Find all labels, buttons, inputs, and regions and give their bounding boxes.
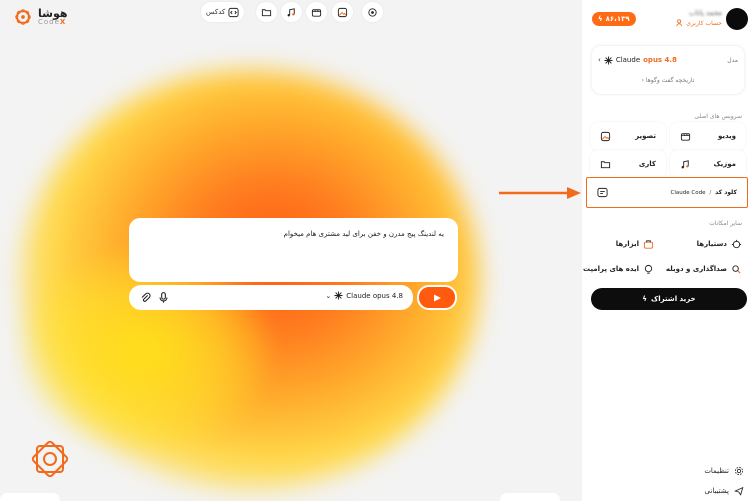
- toolbox-icon: [643, 239, 654, 249]
- sidebar: محمد پاناب حساب کاربری ϟ ۸۶،۱۳۹ مدل ‹ Cl…: [582, 0, 752, 501]
- credit-badge[interactable]: ϟ ۸۶،۱۳۹: [592, 12, 636, 26]
- code-icon: [597, 187, 608, 198]
- voice-icon: [732, 264, 741, 274]
- claude-code-label: کلود کد: [715, 189, 737, 196]
- model-selector[interactable]: ⌄ Claude opus 4.8: [325, 291, 403, 300]
- music-button[interactable]: [281, 2, 302, 22]
- video-icon: [680, 132, 691, 141]
- support-label: پشتیبانی: [704, 487, 729, 495]
- video-icon: [311, 8, 322, 17]
- attach-icon[interactable]: [139, 291, 152, 304]
- image-button[interactable]: [332, 2, 353, 22]
- features-title: سایر امکانات: [709, 220, 742, 227]
- user-settings-icon: [676, 19, 683, 27]
- feature-tools[interactable]: ابزارها: [616, 234, 654, 254]
- sparkle-icon: [368, 7, 377, 17]
- top-toolbar: کدکس: [0, 2, 582, 22]
- service-work-label: کاری: [638, 160, 656, 168]
- image-icon: [600, 131, 611, 141]
- service-music-label: موزیک: [713, 160, 736, 168]
- music-icon: [287, 7, 295, 16]
- folder-icon: [600, 160, 611, 168]
- chevron-left-icon: ‹: [598, 56, 601, 64]
- service-video-label: ویدیو: [717, 132, 736, 140]
- credit-amount: ۸۶،۱۳۹: [605, 15, 630, 23]
- feature-assistants-label: دستیارها: [696, 240, 727, 248]
- settings-link[interactable]: تنظیمات: [704, 466, 744, 476]
- user-message-bubble: یه لندینگ پیج مدرن و خفن برای لید مشتری …: [129, 218, 458, 282]
- main-area: هوشا CodeX کدکس یه لندینگ پیج مدرن و خفن…: [0, 0, 582, 501]
- chevron-left-icon: ‹: [641, 77, 644, 84]
- bottom-left-control[interactable]: [0, 493, 60, 501]
- folder-icon: [261, 8, 272, 16]
- service-work[interactable]: کاری: [590, 150, 666, 178]
- model-name: Claude opus 4.8: [346, 291, 403, 300]
- service-video[interactable]: ویدیو: [670, 122, 746, 150]
- code-icon: [228, 7, 239, 17]
- music-icon: [681, 159, 689, 168]
- feature-assistants[interactable]: دستیارها: [697, 234, 742, 254]
- buy-subscription-button[interactable]: خرید اشتراک ϟ: [591, 288, 747, 310]
- pointer-arrow-icon: [499, 187, 581, 199]
- claude-code-separator: /: [709, 189, 712, 196]
- service-claude-code[interactable]: کلود کد / Claude Code: [586, 177, 748, 208]
- claude-icon: [604, 55, 613, 65]
- model-accent: opus 4.8: [643, 56, 677, 64]
- send-icon: [434, 294, 441, 301]
- history-label: تاریخچه گفت وگوها: [645, 77, 695, 84]
- lightbulb-icon: [644, 264, 653, 274]
- bolt-icon: ϟ: [642, 295, 648, 303]
- folder-button[interactable]: [256, 2, 277, 22]
- feature-prompt-ideas[interactable]: ایده های پرامپت: [583, 259, 654, 279]
- codex-button[interactable]: کدکس: [201, 2, 245, 22]
- account-link[interactable]: حساب کاربری: [676, 19, 722, 27]
- support-link[interactable]: پشتیبانی: [705, 486, 744, 496]
- model-label: مدل: [727, 56, 738, 64]
- settings-label: تنظیمات: [704, 467, 729, 475]
- robot-icon: [731, 239, 742, 248]
- feature-dubbing[interactable]: صداگذاری و دوبله: [666, 259, 742, 279]
- codex-label: کدکس: [206, 8, 226, 16]
- chat-history-link[interactable]: تاریخچه گفت وگوها ‹: [592, 77, 744, 84]
- bottom-right-control[interactable]: [500, 493, 560, 501]
- user-name: محمد پاناب: [689, 9, 722, 17]
- claude-code-sub: Claude Code: [670, 189, 706, 196]
- feature-dubbing-label: صداگذاری و دوبله: [665, 265, 727, 273]
- buy-label: خرید اشتراک: [651, 295, 696, 303]
- avatar[interactable]: [726, 8, 748, 30]
- gear-icon: [734, 466, 744, 476]
- user-message-text: یه لندینگ پیج مدرن و خفن برای لید مشتری …: [283, 230, 444, 238]
- send-icon: [734, 486, 744, 496]
- claude-icon: [334, 291, 343, 300]
- service-image[interactable]: تصویر: [590, 122, 666, 150]
- chat-input-bar[interactable]: ⌄ Claude opus 4.8: [129, 285, 413, 310]
- model-selector-sidebar[interactable]: ‹ Claude opus 4.8: [598, 55, 677, 65]
- account-label: حساب کاربری: [686, 19, 722, 27]
- feature-prompt-ideas-label: ایده های پرامپت: [583, 265, 639, 273]
- service-music[interactable]: موزیک: [670, 150, 746, 178]
- ai-chat-button[interactable]: [362, 2, 383, 22]
- model-prefix: Claude: [615, 56, 641, 64]
- service-image-label: تصویر: [635, 132, 656, 140]
- bolt-icon: ϟ: [598, 15, 603, 23]
- image-icon: [337, 7, 348, 17]
- microphone-icon[interactable]: [157, 291, 170, 304]
- send-button[interactable]: [417, 285, 457, 310]
- feature-tools-label: ابزارها: [615, 240, 639, 248]
- services-title: سرویس های اصلی: [694, 113, 742, 120]
- decorative-pattern-icon: [31, 440, 69, 478]
- model-card: مدل ‹ Claude opus 4.8 تاریخچه گفت وگوها …: [592, 46, 744, 94]
- video-button[interactable]: [306, 2, 327, 22]
- chevron-down-icon: ⌄: [325, 291, 332, 300]
